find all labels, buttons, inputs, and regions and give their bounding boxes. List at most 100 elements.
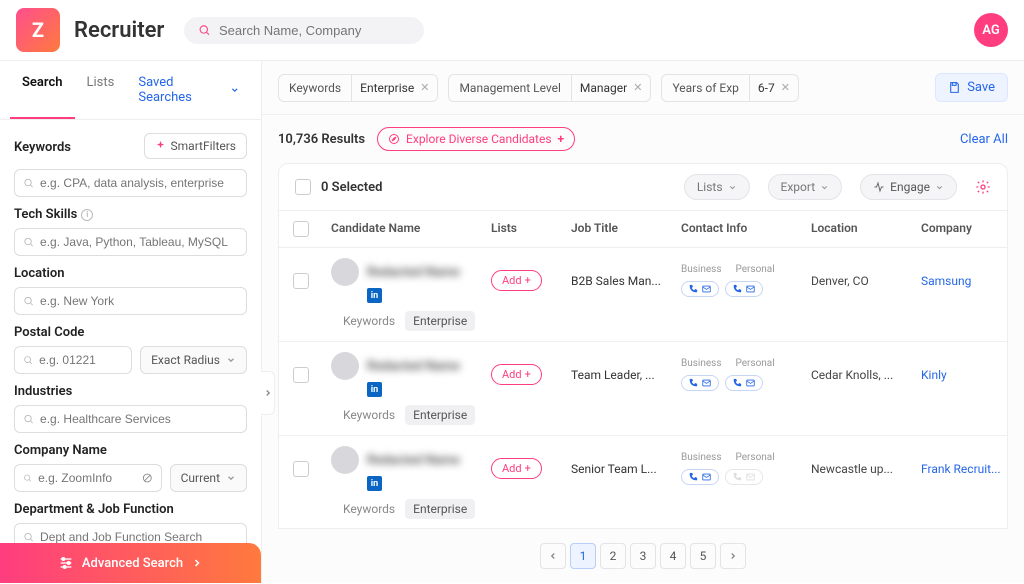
sliders-icon bbox=[58, 555, 74, 571]
add-to-list-button[interactable]: Add + bbox=[491, 270, 542, 291]
settings-button[interactable] bbox=[975, 179, 991, 195]
search-icon bbox=[23, 472, 32, 484]
postal-input[interactable] bbox=[14, 346, 132, 374]
col-company[interactable]: Company bbox=[913, 221, 1008, 237]
row-checkbox[interactable] bbox=[293, 273, 309, 289]
chip-remove[interactable]: ✕ bbox=[420, 81, 429, 94]
clear-all-link[interactable]: Clear All bbox=[960, 132, 1008, 147]
filter-chip: Years of Exp6-7 ✕ bbox=[661, 74, 799, 102]
user-avatar[interactable]: AG bbox=[974, 13, 1008, 47]
page-button[interactable]: 2 bbox=[600, 543, 626, 569]
global-search[interactable] bbox=[184, 17, 424, 44]
app-logo[interactable]: Z bbox=[16, 8, 60, 52]
col-title[interactable]: Job Title bbox=[563, 221, 673, 237]
chip-value: Manager ✕ bbox=[572, 75, 651, 101]
industries-input[interactable] bbox=[14, 405, 247, 433]
business-contact-pill[interactable] bbox=[681, 281, 719, 297]
page-next[interactable] bbox=[720, 543, 746, 569]
mail-icon bbox=[701, 472, 712, 482]
page-button[interactable]: 5 bbox=[690, 543, 716, 569]
company-input[interactable] bbox=[14, 464, 162, 492]
save-icon bbox=[948, 81, 961, 94]
add-to-list-button[interactable]: Add + bbox=[491, 364, 542, 385]
select-all-checkbox[interactable] bbox=[295, 179, 311, 195]
tab-search[interactable]: Search bbox=[10, 61, 75, 119]
keywords-label: Keywords bbox=[343, 502, 395, 516]
col-name[interactable]: Candidate Name bbox=[323, 221, 483, 237]
linkedin-icon[interactable]: in bbox=[367, 476, 382, 491]
table-row: Redacted Namein Add + Senior Team L... B… bbox=[279, 436, 1007, 529]
mail-icon bbox=[745, 472, 756, 482]
job-title: Senior Team L... bbox=[563, 462, 673, 476]
chip-label: Years of Exp bbox=[662, 75, 749, 101]
page-button[interactable]: 1 bbox=[570, 543, 596, 569]
chevron-right-icon bbox=[263, 388, 273, 398]
techskills-input[interactable] bbox=[14, 228, 247, 256]
candidate-avatar[interactable] bbox=[331, 352, 359, 380]
filter-chip: Management LevelManager ✕ bbox=[448, 74, 651, 102]
row-checkbox[interactable] bbox=[293, 461, 309, 477]
contact-personal-label: Personal bbox=[735, 452, 774, 463]
search-icon bbox=[23, 177, 34, 189]
sidebar-collapse-handle[interactable] bbox=[261, 371, 275, 415]
keywords-input[interactable] bbox=[14, 169, 247, 197]
global-search-input[interactable] bbox=[219, 23, 410, 38]
page-prev[interactable] bbox=[540, 543, 566, 569]
chip-remove[interactable]: ✕ bbox=[633, 81, 642, 94]
personal-contact-pill[interactable] bbox=[725, 375, 763, 391]
business-contact-pill[interactable] bbox=[681, 375, 719, 391]
chevron-right-icon bbox=[191, 557, 203, 569]
business-contact-pill[interactable] bbox=[681, 469, 719, 485]
phone-icon bbox=[688, 378, 698, 388]
company-scope-select[interactable]: Current bbox=[170, 464, 247, 492]
company-link[interactable]: Frank Recruit... bbox=[913, 462, 1008, 476]
chip-label: Management Level bbox=[449, 75, 571, 101]
block-icon[interactable] bbox=[142, 471, 153, 485]
row-checkbox[interactable] bbox=[293, 367, 309, 383]
gear-icon bbox=[975, 179, 991, 195]
explore-diverse-button[interactable]: Explore Diverse Candidates+ bbox=[377, 127, 575, 151]
keywords-label: Keywords bbox=[343, 314, 395, 328]
candidate-name[interactable]: Redacted Name bbox=[367, 453, 460, 468]
add-to-list-button[interactable]: Add + bbox=[491, 458, 542, 479]
contact-personal-label: Personal bbox=[735, 264, 774, 275]
company-link[interactable]: Samsung bbox=[913, 274, 1008, 288]
tab-lists[interactable]: Lists bbox=[75, 61, 127, 119]
col-location[interactable]: Location bbox=[803, 221, 913, 237]
chip-value: Enterprise ✕ bbox=[352, 75, 437, 101]
search-icon bbox=[23, 354, 33, 366]
engage-dropdown[interactable]: Engage bbox=[860, 174, 957, 200]
radius-select[interactable]: Exact Radius bbox=[140, 346, 247, 374]
tab-saved-searches[interactable]: Saved Searches bbox=[126, 61, 251, 119]
advanced-search-button[interactable]: Advanced Search bbox=[0, 543, 261, 583]
personal-contact-pill bbox=[725, 469, 763, 485]
candidate-name[interactable]: Redacted Name bbox=[367, 265, 460, 280]
chip-remove[interactable]: ✕ bbox=[781, 81, 790, 94]
lists-dropdown[interactable]: Lists bbox=[684, 174, 750, 200]
table-header: Candidate Name Lists Job Title Contact I… bbox=[279, 211, 1007, 248]
company-link[interactable]: Kinly bbox=[913, 368, 1008, 382]
location-input[interactable] bbox=[14, 287, 247, 315]
linkedin-icon[interactable]: in bbox=[367, 382, 382, 397]
col-contact[interactable]: Contact Info bbox=[673, 221, 803, 237]
sidebar: Search Lists Saved Searches Keywords Sma… bbox=[0, 61, 262, 583]
candidate-name[interactable]: Redacted Name bbox=[367, 359, 460, 374]
table-row: Redacted Namein Add + B2B Sales Man... B… bbox=[279, 248, 1007, 342]
location-cell: Newcastle up... bbox=[803, 462, 913, 476]
smartfilters-button[interactable]: SmartFilters bbox=[144, 133, 247, 159]
col-lists[interactable]: Lists bbox=[483, 221, 563, 237]
mail-icon bbox=[701, 378, 712, 388]
page-button[interactable]: 4 bbox=[660, 543, 686, 569]
page-button[interactable]: 3 bbox=[630, 543, 656, 569]
chip-label: Keywords bbox=[279, 75, 352, 101]
candidate-avatar[interactable] bbox=[331, 446, 359, 474]
personal-contact-pill[interactable] bbox=[725, 281, 763, 297]
candidate-avatar[interactable] bbox=[331, 258, 359, 286]
save-search-button[interactable]: Save bbox=[935, 73, 1008, 102]
export-dropdown[interactable]: Export bbox=[768, 174, 843, 200]
chevron-down-icon bbox=[935, 183, 944, 192]
header-checkbox[interactable] bbox=[293, 221, 309, 237]
linkedin-icon[interactable]: in bbox=[367, 288, 382, 303]
filter-label-techskills: Tech Skillsi bbox=[14, 207, 247, 222]
info-icon[interactable]: i bbox=[81, 209, 93, 221]
